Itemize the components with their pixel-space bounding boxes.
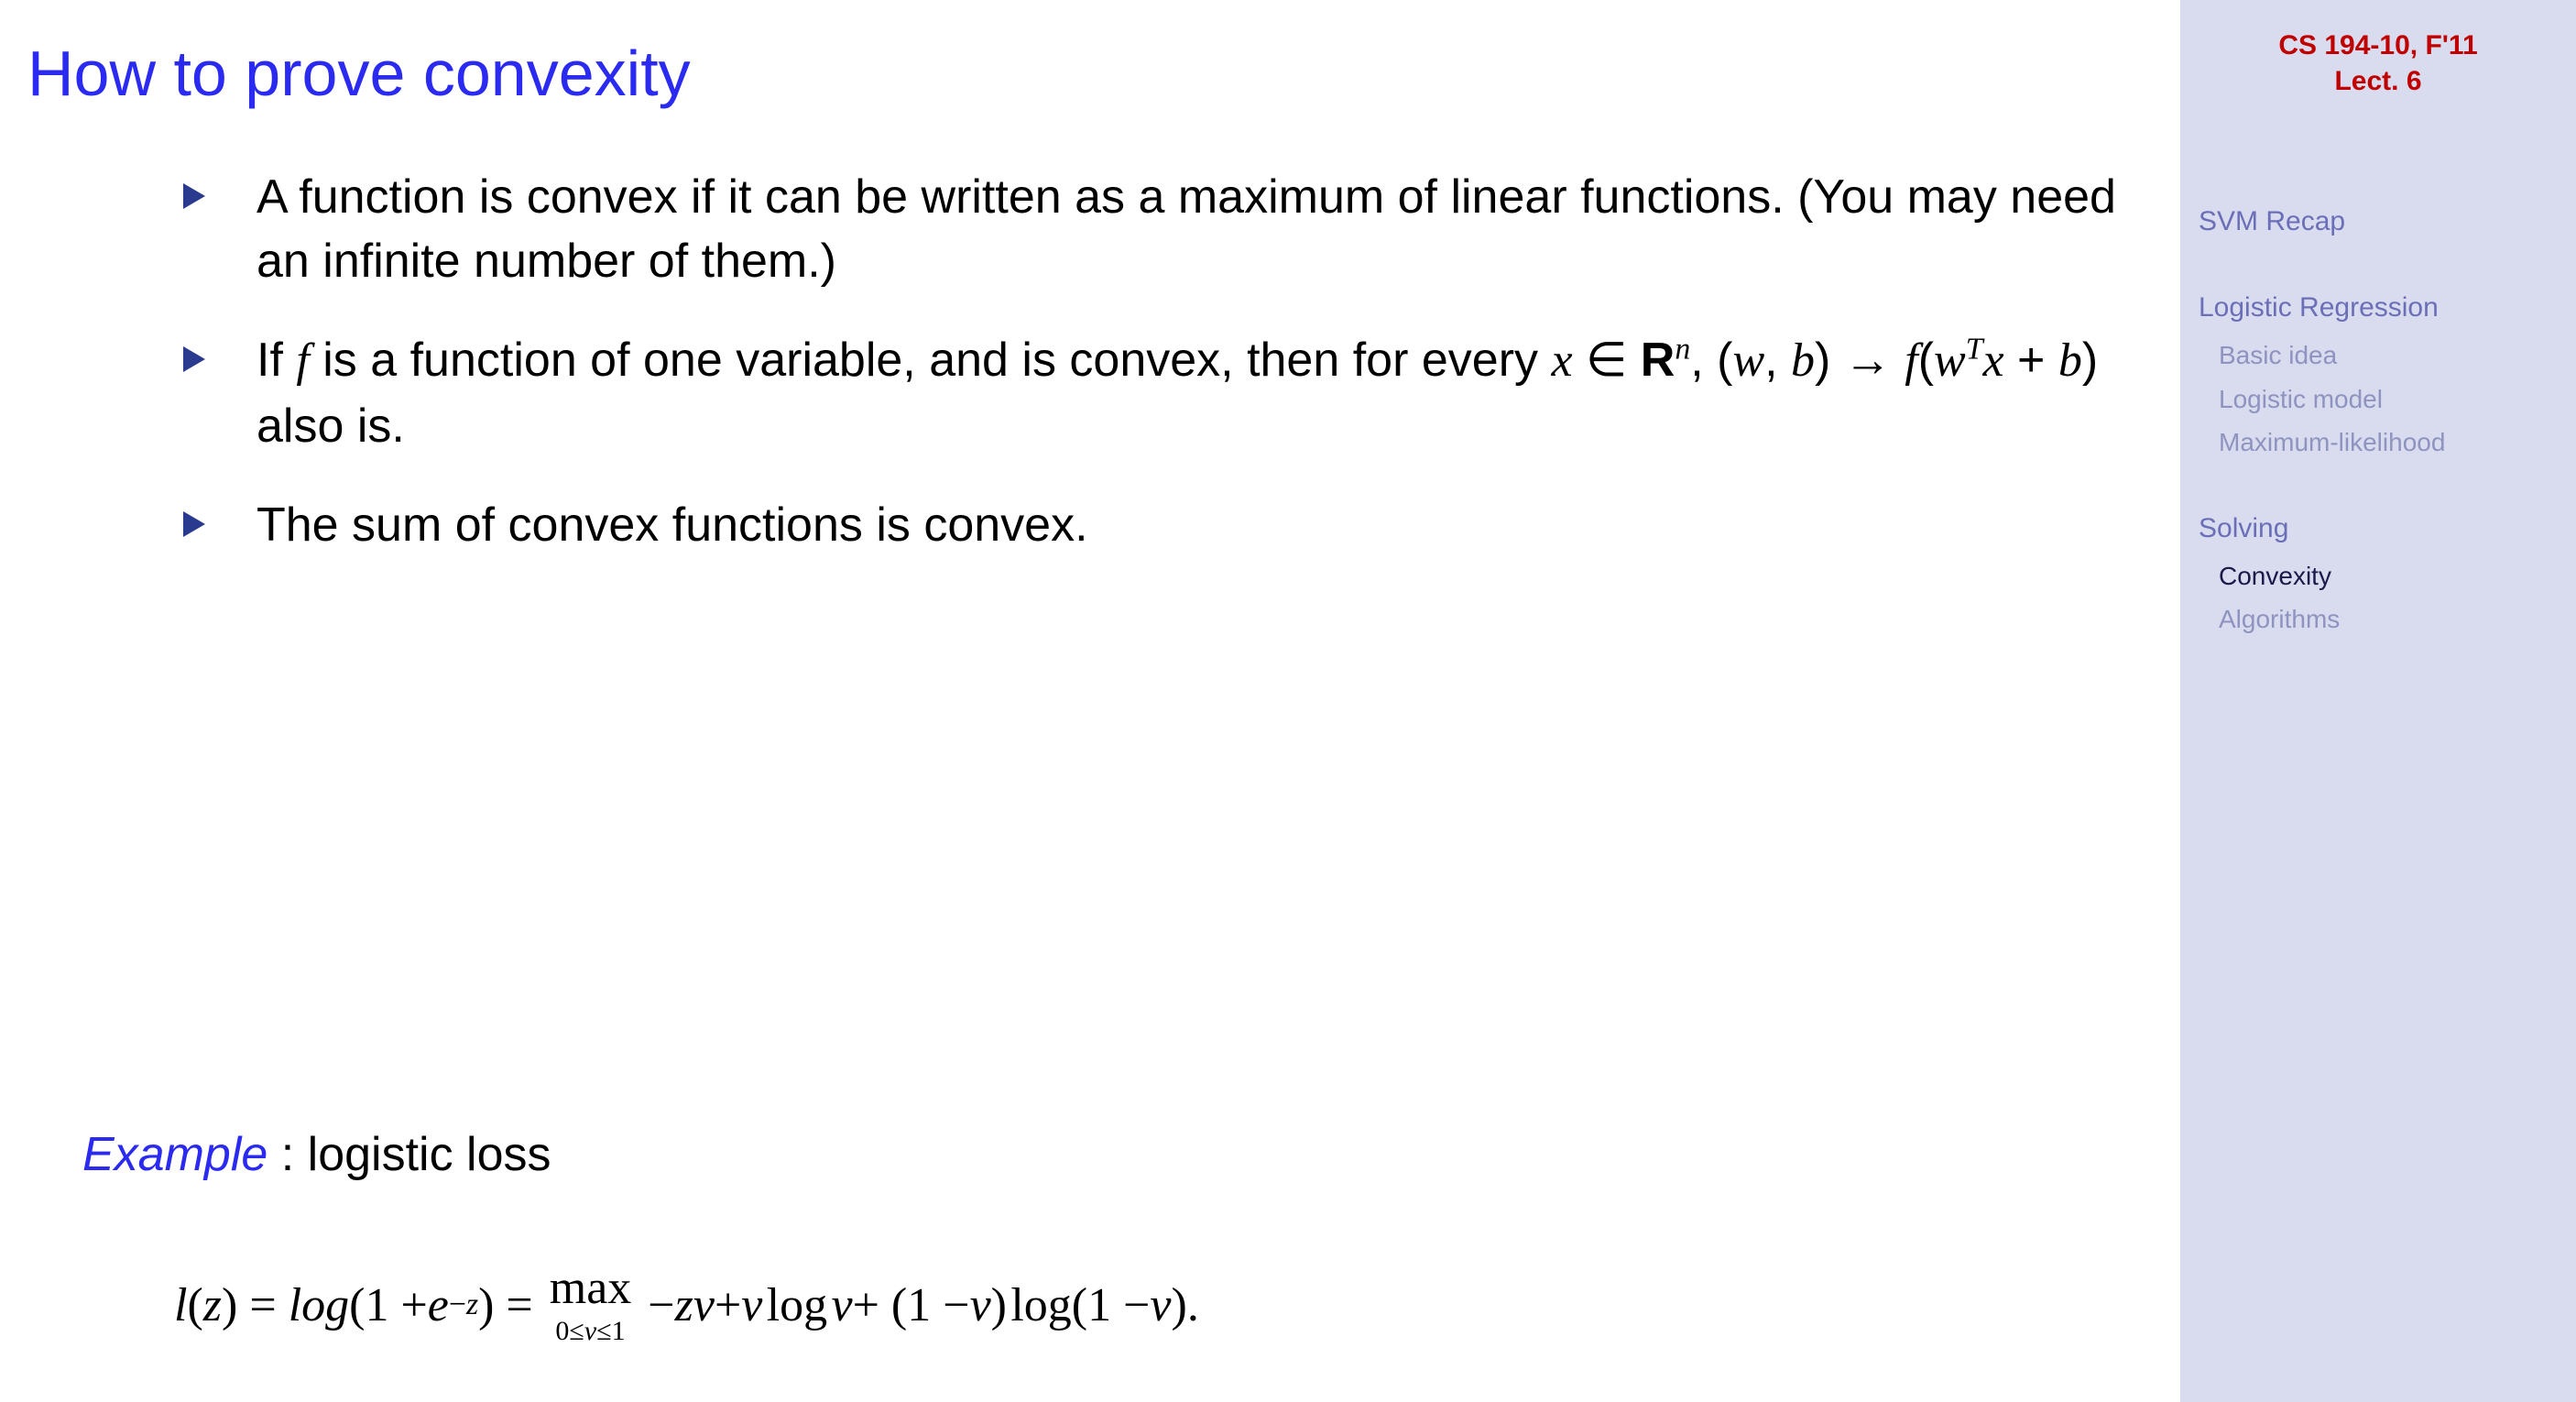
slide: How to prove convexity A function is con… (0, 0, 2576, 1402)
example-suffix: : logistic loss (267, 1128, 551, 1181)
equation: l(z) = log(1 + e−z) = max 0≤v≤1 −zv + v … (174, 1265, 1199, 1345)
bullet-text: The sum of convex functions is convex. (257, 498, 1088, 552)
nav-item[interactable]: Logistic model (2219, 378, 2558, 422)
nav-section[interactable]: Solving (2199, 507, 2558, 551)
example-line: Example : logistic loss (82, 1127, 551, 1182)
bullet-item: The sum of convex functions is convex. (183, 493, 2134, 557)
bullet-item: A function is convex if it can be writte… (183, 165, 2134, 293)
main-content: How to prove convexity A function is con… (0, 0, 2180, 1402)
nav-item[interactable]: Algorithms (2219, 597, 2558, 641)
course-code: CS 194-10, F'11 (2199, 27, 2558, 63)
nav-section[interactable]: SVM Recap (2199, 200, 2558, 244)
sidebar: CS 194-10, F'11 Lect. 6 SVM Recap Logist… (2180, 0, 2576, 1402)
example-label: Example (82, 1128, 267, 1181)
lecture-number: Lect. 6 (2199, 63, 2558, 99)
bullet-list: A function is convex if it can be writte… (27, 165, 2134, 557)
nav-item[interactable]: Maximum-likelihood (2219, 421, 2558, 465)
bullet-item: If f is a function of one variable, and … (183, 328, 2134, 457)
nav-section[interactable]: Logistic Regression (2199, 286, 2558, 330)
bullet-text: A function is convex if it can be writte… (257, 170, 2116, 288)
course-header: CS 194-10, F'11 Lect. 6 (2199, 27, 2558, 99)
bullet-text: If f is a function of one variable, and … (257, 334, 2098, 452)
slide-title: How to prove convexity (27, 37, 2134, 110)
nav-item[interactable]: Basic idea (2219, 334, 2558, 378)
max-operator: max 0≤v≤1 (550, 1265, 632, 1345)
nav-item-active[interactable]: Convexity (2219, 554, 2558, 598)
